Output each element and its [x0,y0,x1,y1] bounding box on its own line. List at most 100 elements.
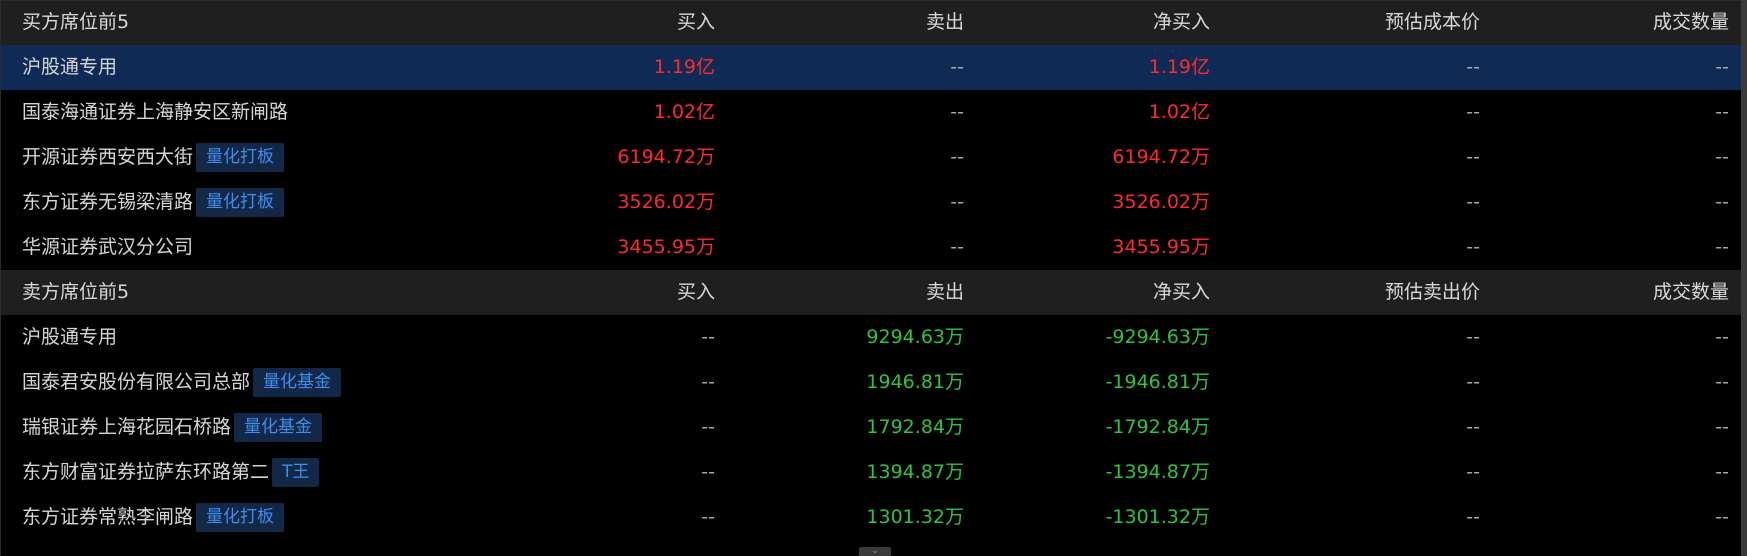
seat-name: 国泰海通证券上海静安区新闸路 [22,101,289,123]
net-buy-amount: 1.02亿 [1148,101,1210,123]
net-buy-amount: -9294.63万 [1105,326,1210,348]
seat-tag-badge[interactable]: 量化打板 [196,503,285,532]
buy-amount: 6194.72万 [617,146,715,168]
buy-seats-title: 买方席位前5 [22,11,130,33]
col-net-buy-header[interactable]: 净买入 [1153,270,1210,315]
volume: -- [1715,326,1729,348]
buy-amount: 1.19亿 [653,56,715,78]
net-buy-amount: 3455.95万 [1112,236,1210,258]
sell-amount: -- [950,101,964,123]
seat-name-cell: 开源证券西安西大街 量化打板 [22,135,285,180]
buy-amount: -- [701,326,715,348]
seat-tag-badge[interactable]: T王 [272,458,320,487]
chevron-down-icon[interactable]: ⌄ [859,547,891,556]
sell-amount: 1394.87万 [866,461,964,483]
est-price: -- [1466,146,1480,168]
seat-name: 沪股通专用 [22,326,118,348]
volume: -- [1715,506,1729,528]
sell-seat-row[interactable]: 瑞银证券上海花园石桥路 量化基金 -- 1792.84万 -1792.84万 --… [0,405,1741,450]
seat-name-cell: 沪股通专用 [22,45,117,90]
sell-seat-row[interactable]: 沪股通专用 -- 9294.63万 -9294.63万 -- -- [0,315,1741,360]
seat-name: 东方财富证券拉萨东环路第二 [22,461,270,483]
seat-name: 东方证券无锡梁清路 [22,191,194,213]
sell-seats-header-row: 卖方席位前5 买入 卖出 净买入 预估卖出价 成交数量 [0,270,1741,315]
est-price: -- [1466,371,1480,393]
seat-tag-badge[interactable]: 量化基金 [253,368,342,397]
sell-seat-row[interactable]: 东方证券常熟李闸路 量化打板 -- 1301.32万 -1301.32万 -- -… [0,495,1741,540]
seat-name: 瑞银证券上海花园石桥路 [22,416,232,438]
net-buy-amount: 1.19亿 [1148,56,1210,78]
buy-amount: 3526.02万 [617,191,715,213]
net-buy-amount: -1946.81万 [1105,371,1210,393]
col-buy-header[interactable]: 买入 [677,270,715,315]
vertical-scrollbar[interactable] [1741,0,1747,556]
buy-amount: -- [701,371,715,393]
table-top-border [0,0,1747,1]
sell-amount: -- [950,56,964,78]
col-buy-header[interactable]: 买入 [677,0,715,45]
sell-seats-title: 卖方席位前5 [22,281,130,303]
net-buy-amount: -1301.32万 [1105,506,1210,528]
sell-amount: 1792.84万 [866,416,964,438]
est-price: -- [1466,101,1480,123]
seat-name-cell: 华源证券武汉分公司 [22,225,193,270]
buy-seat-row[interactable]: 沪股通专用 1.19亿 -- 1.19亿 -- -- [0,45,1741,90]
table-left-border [0,0,1,556]
seat-name: 东方证券常熟李闸路 [22,506,194,528]
col-sell-header[interactable]: 卖出 [926,270,964,315]
buy-amount: 1.02亿 [653,101,715,123]
buy-amount: -- [701,416,715,438]
col-net-buy-header[interactable]: 净买入 [1153,0,1210,45]
buy-amount: -- [701,506,715,528]
buy-seat-row[interactable]: 华源证券武汉分公司 3455.95万 -- 3455.95万 -- -- [0,225,1741,270]
col-est-cost-header[interactable]: 预估成本价 [1385,0,1480,45]
buy-seat-row[interactable]: 东方证券无锡梁清路 量化打板 3526.02万 -- 3526.02万 -- -- [0,180,1741,225]
scrollbar-thumb[interactable] [1741,0,1747,556]
est-price: -- [1466,506,1480,528]
col-est-sell-price-header[interactable]: 预估卖出价 [1385,270,1480,315]
sell-amount: 1301.32万 [866,506,964,528]
sell-seat-row[interactable]: 国泰君安股份有限公司总部 量化基金 -- 1946.81万 -1946.81万 -… [0,360,1741,405]
buy-amount: 3455.95万 [617,236,715,258]
seat-tag-badge[interactable]: 量化打板 [196,188,285,217]
net-buy-amount: 6194.72万 [1112,146,1210,168]
sell-amount: -- [950,236,964,258]
sell-amount: -- [950,146,964,168]
volume: -- [1715,371,1729,393]
seat-name: 华源证券武汉分公司 [22,236,194,258]
buy-seat-row[interactable]: 国泰海通证券上海静安区新闸路 1.02亿 -- 1.02亿 -- -- [0,90,1741,135]
est-price: -- [1466,416,1480,438]
seat-name-cell: 国泰君安股份有限公司总部 量化基金 [22,360,342,405]
est-price: -- [1466,326,1480,348]
net-buy-amount: 3526.02万 [1112,191,1210,213]
sell-amount: -- [950,191,964,213]
volume: -- [1715,461,1729,483]
volume: -- [1715,101,1729,123]
seat-name-cell: 国泰海通证券上海静安区新闸路 [22,90,288,135]
seat-name-cell: 东方证券无锡梁清路 量化打板 [22,180,285,225]
seat-name: 沪股通专用 [22,56,118,78]
net-buy-amount: -1792.84万 [1105,416,1210,438]
volume: -- [1715,191,1729,213]
col-volume-header[interactable]: 成交数量 [1653,270,1729,315]
sell-amount: 9294.63万 [866,326,964,348]
est-price: -- [1466,191,1480,213]
buy-seat-row[interactable]: 开源证券西安西大街 量化打板 6194.72万 -- 6194.72万 -- -- [0,135,1741,180]
volume: -- [1715,236,1729,258]
seat-name-cell: 沪股通专用 [22,315,117,360]
seat-tag-badge[interactable]: 量化打板 [196,143,285,172]
sell-seat-row[interactable]: 东方财富证券拉萨东环路第二 T王 -- 1394.87万 -1394.87万 --… [0,450,1741,495]
seat-tag-badge[interactable]: 量化基金 [234,413,323,442]
col-volume-header[interactable]: 成交数量 [1653,0,1729,45]
seat-name-cell: 东方证券常熟李闸路 量化打板 [22,495,285,540]
est-price: -- [1466,236,1480,258]
est-price: -- [1466,56,1480,78]
col-sell-header[interactable]: 卖出 [926,0,964,45]
seat-name: 国泰君安股份有限公司总部 [22,371,251,393]
volume: -- [1715,416,1729,438]
seat-name-cell: 瑞银证券上海花园石桥路 量化基金 [22,405,323,450]
net-buy-amount: -1394.87万 [1105,461,1210,483]
dragon-tiger-seats-table: 买方席位前5 买入 卖出 净买入 预估成本价 成交数量 沪股通专用 1.19亿 … [0,0,1741,556]
volume: -- [1715,146,1729,168]
volume: -- [1715,56,1729,78]
